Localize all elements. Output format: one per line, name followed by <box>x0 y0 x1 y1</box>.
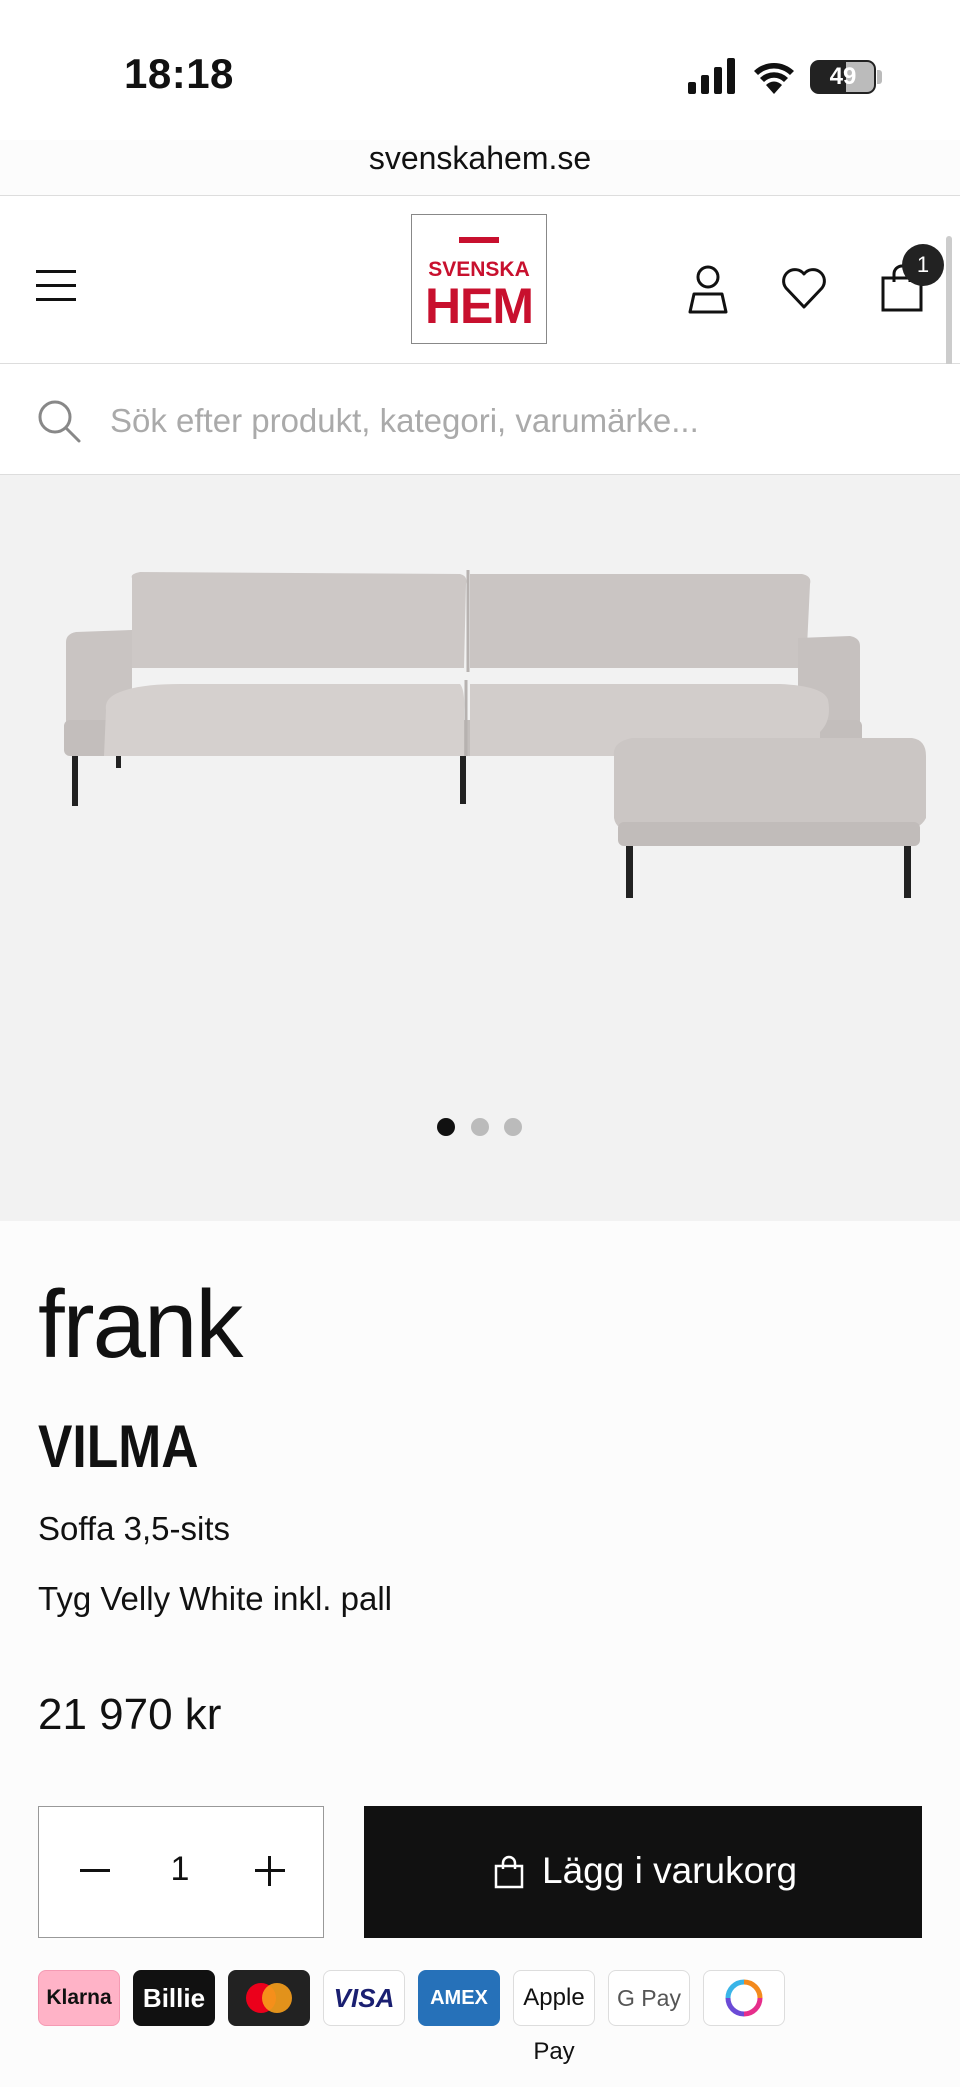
klarna-badge: Klarna <box>38 1970 120 2026</box>
product-price: 21 970 kr <box>38 1690 222 1739</box>
quantity-decrease-button[interactable] <box>80 1869 110 1872</box>
cart-count-badge: 1 <box>902 244 944 286</box>
amex-label: AMEX <box>430 1987 488 2009</box>
status-time: 18:18 <box>124 50 234 97</box>
visa-label: VISA <box>333 1983 395 2013</box>
billie-badge: Billie <box>133 1970 215 2026</box>
apple-pay-label: Apple Pay <box>523 1984 585 2065</box>
browser-url[interactable]: svenskahem.se <box>0 140 960 177</box>
billie-label: Billie <box>142 1983 206 2013</box>
amex-badge: AMEX <box>418 1970 500 2026</box>
logo-text-bottom: HEM <box>424 278 534 334</box>
product-name: VILMA <box>38 1413 199 1480</box>
user-icon[interactable] <box>686 264 730 314</box>
carousel-dot-3[interactable] <box>504 1118 522 1136</box>
battery-cap <box>877 70 882 84</box>
swish-badge <box>703 1970 785 2026</box>
wifi-icon <box>754 63 794 94</box>
klarna-label: Klarna <box>46 1986 112 2009</box>
brand-logo[interactable]: frank <box>38 1270 243 1380</box>
battery-level: 49 <box>829 63 857 90</box>
mastercard-icon <box>246 1983 292 2013</box>
carousel-dot-2[interactable] <box>471 1118 489 1136</box>
product-variant: Tyg Velly White inkl. pall <box>38 1580 392 1617</box>
search-input[interactable] <box>110 396 910 446</box>
visa-badge: VISA <box>323 1970 405 2026</box>
battery-icon: 49 <box>810 60 876 94</box>
product-subtitle: Soffa 3,5-sits <box>38 1510 230 1547</box>
product-image <box>64 570 926 898</box>
search-icon <box>38 400 81 443</box>
heart-icon[interactable] <box>780 266 828 310</box>
swish-icon <box>725 1979 763 2017</box>
bag-icon <box>494 1855 524 1889</box>
google-pay-badge: G Pay <box>608 1970 690 2026</box>
carousel-dot-1[interactable] <box>437 1118 455 1136</box>
site-logo[interactable]: SVENSKA HEM <box>411 214 547 344</box>
google-pay-label: G Pay <box>617 1985 681 2011</box>
add-to-cart-label[interactable]: Lägg i varukorg <box>542 1850 797 1892</box>
cellular-signal-icon <box>688 58 735 94</box>
mastercard-badge <box>228 1970 310 2026</box>
menu-icon[interactable] <box>36 270 76 302</box>
apple-pay-badge: Apple Pay <box>513 1970 595 2065</box>
quantity-value[interactable]: 1 <box>160 1850 200 1889</box>
quantity-increase-button-stroke[interactable] <box>268 1856 271 1886</box>
